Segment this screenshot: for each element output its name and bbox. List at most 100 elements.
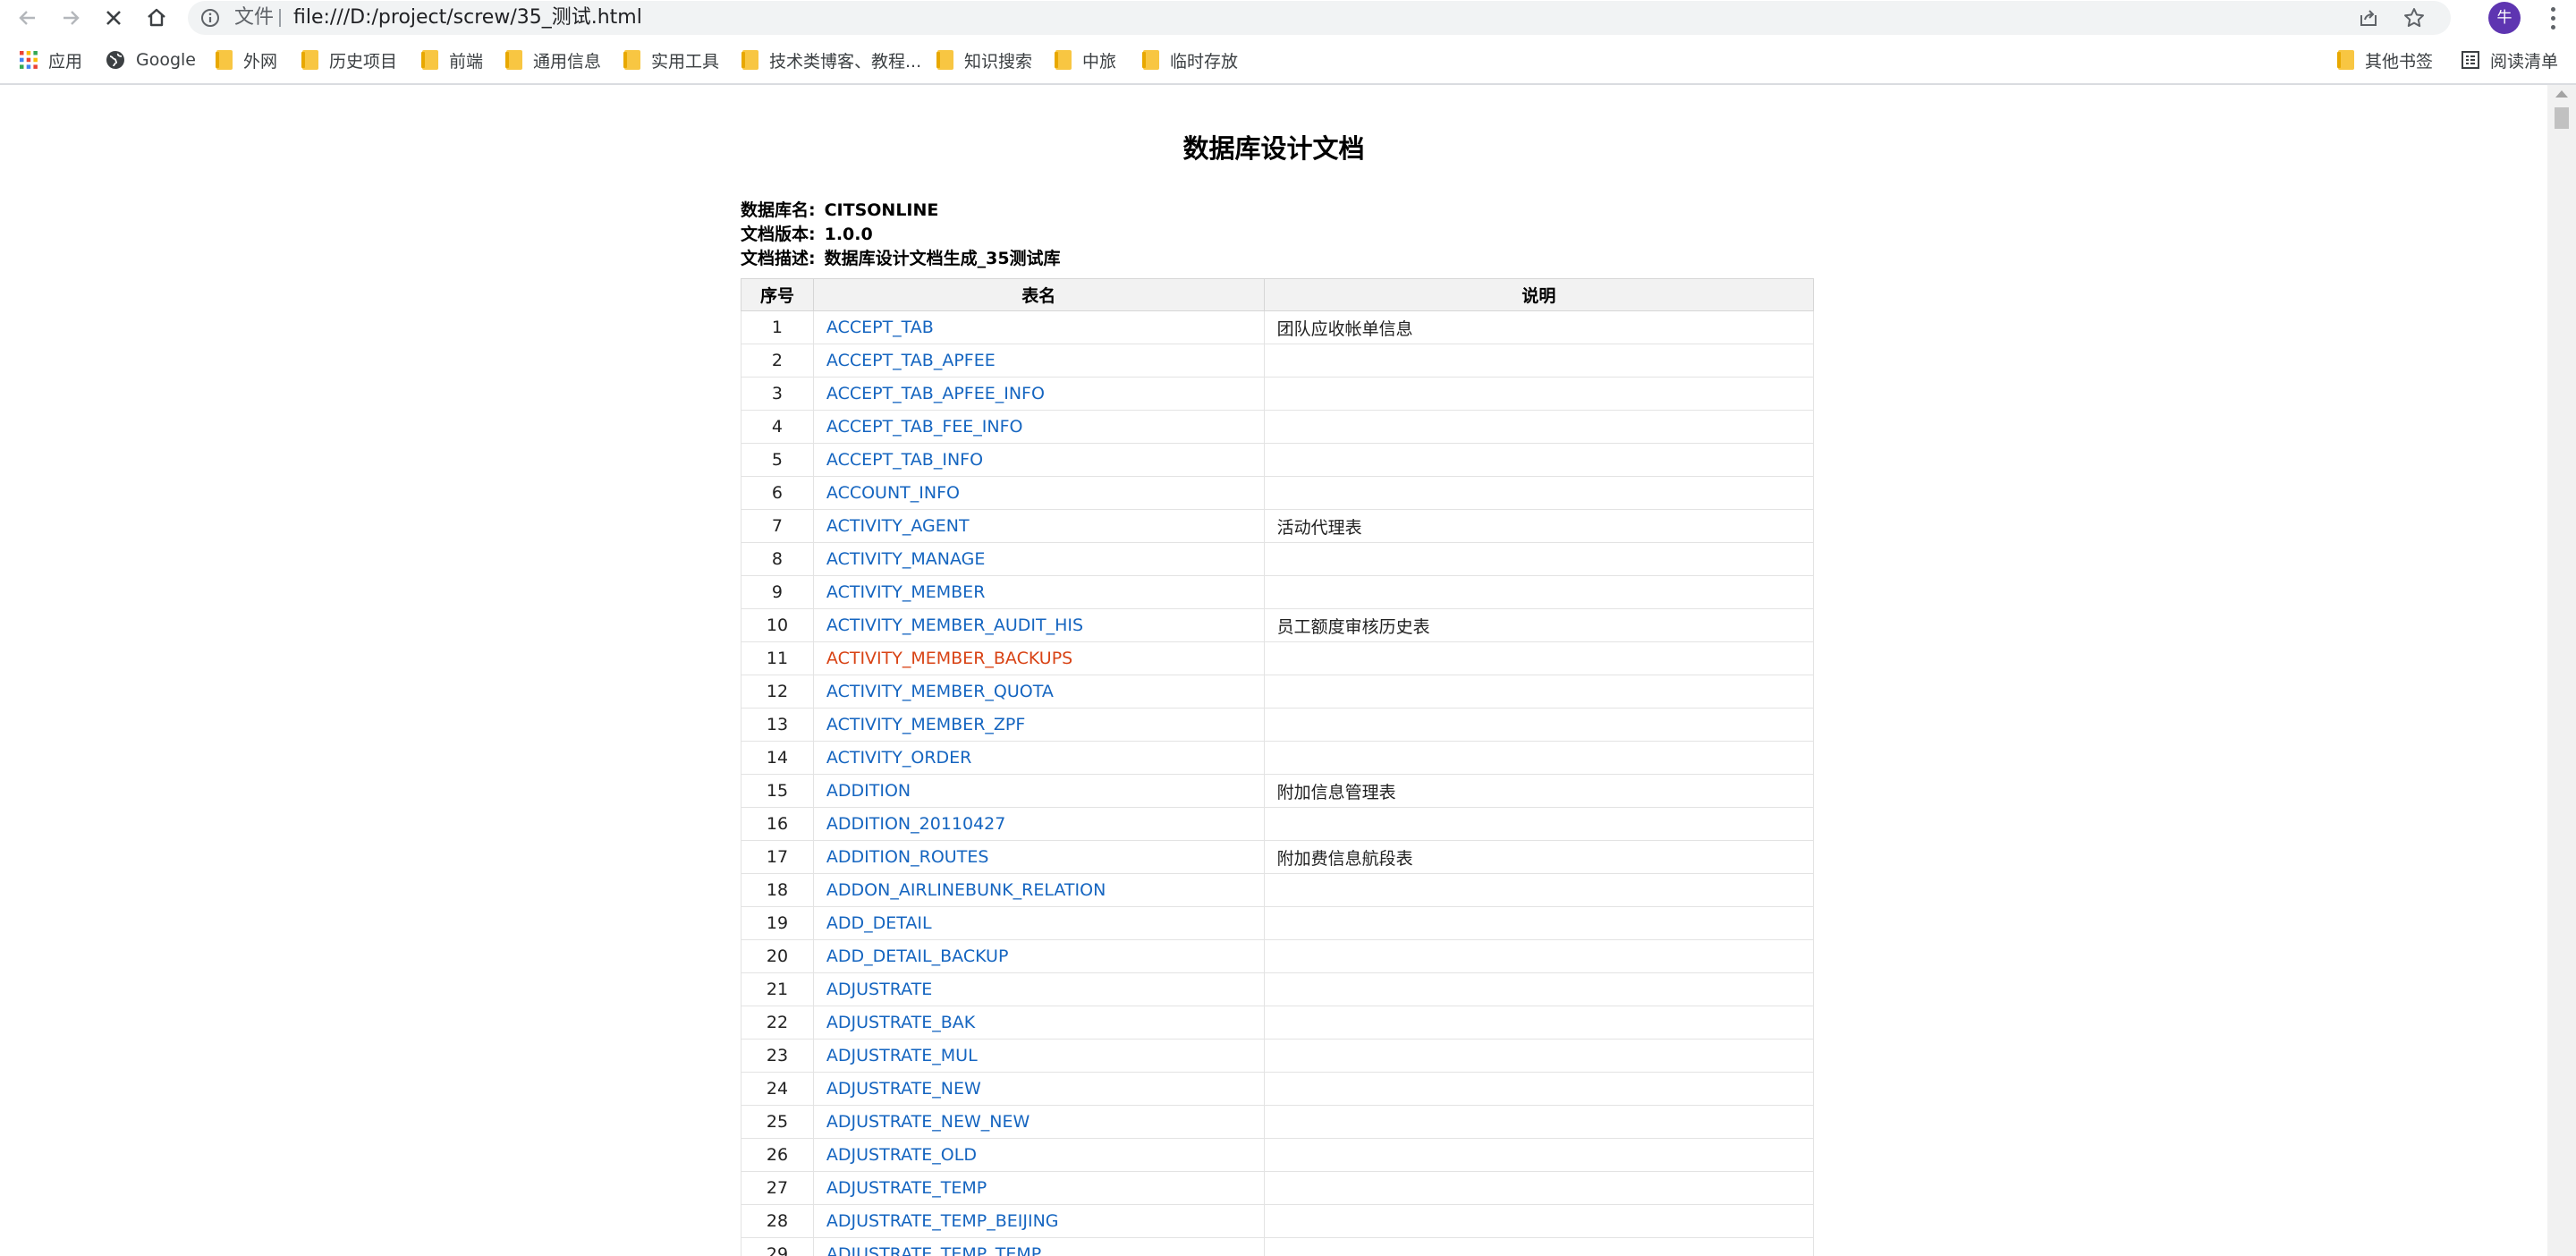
address-bar[interactable]: 文件 file:///D:/project/screw/35_测试.html (188, 1, 2451, 35)
table-name-link[interactable]: ACCEPT_TAB_INFO (826, 450, 983, 470)
table-name-link[interactable]: ACTIVITY_MEMBER_BACKUPS (826, 649, 1072, 668)
table-body: 1 ACCEPT_TAB 团队应收帐单信息 2 ACCEPT_TAB_APFEE 3 ACC… (741, 310, 1815, 1256)
bookmark-folder-tools[interactable]: 实用工具 (623, 39, 719, 81)
table-description-cell (1263, 807, 1815, 841)
table-description-cell (1263, 741, 1815, 775)
row-number: 10 (741, 608, 814, 642)
bookmark-google[interactable]: Google (106, 39, 196, 81)
more-menu-button[interactable] (2542, 4, 2563, 32)
table-name-link[interactable]: ACCOUNT_INFO (826, 483, 960, 503)
table-name-link[interactable]: ACTIVITY_ORDER (826, 748, 971, 768)
bookmark-folder-knowledge-search[interactable]: 知识搜索 (936, 39, 1032, 81)
table-description-cell (1263, 575, 1815, 609)
back-button[interactable] (11, 1, 45, 35)
table-name-link[interactable]: ACTIVITY_MEMBER_AUDIT_HIS (826, 615, 1083, 635)
folder-icon (741, 50, 758, 70)
table-description-cell (1263, 873, 1815, 907)
table-name-link[interactable]: ADJUSTRATE (826, 980, 932, 999)
table-name-link[interactable]: ADDITION_ROUTES (826, 847, 988, 867)
table-name-cell: ADJUSTRATE_TEMP_BEIJING (812, 1204, 1265, 1238)
page-content: 数据库设计文档 数据库名: CITSONLINE 文档版本: 1.0.0 文档描述:… (0, 85, 2547, 1256)
table-name-link[interactable]: ADJUSTRATE_TEMP_TEMP (826, 1244, 1041, 1256)
arrow-left-icon (19, 11, 35, 25)
table-name-cell: ACCOUNT_INFO (812, 476, 1265, 510)
table-name-link[interactable]: ADJUSTRATE_BAK (826, 1013, 975, 1032)
table-name-cell: ADJUSTRATE_NEW (812, 1072, 1265, 1106)
forward-button[interactable] (54, 1, 88, 35)
table-name-link[interactable]: ADJUSTRATE_NEW_NEW (826, 1112, 1030, 1132)
share-icon[interactable] (2358, 7, 2379, 29)
table-name-link[interactable]: ADDITION (826, 781, 911, 801)
url-text[interactable]: file:///D:/project/screw/35_测试.html (293, 1, 642, 35)
info-icon[interactable] (200, 8, 220, 28)
table-name-link[interactable]: ACTIVITY_MANAGE (826, 549, 985, 569)
table-name-link[interactable]: ACTIVITY_AGENT (826, 516, 970, 536)
table-name-link[interactable]: ADD_DETAIL_BACKUP (826, 946, 1009, 966)
bookmark-apps[interactable]: 应用 (20, 39, 82, 81)
table-description-cell (1263, 1105, 1815, 1139)
table-name-link[interactable]: ADJUSTRATE_TEMP_BEIJING (826, 1211, 1059, 1231)
stop-loading-button[interactable] (97, 1, 131, 35)
table-description-cell (1263, 410, 1815, 444)
table-name-link[interactable]: ADDITION_20110427 (826, 814, 1005, 834)
table-row: 17 ADDITION_ROUTES 附加费信息航段表 (741, 840, 1815, 874)
table-name-link[interactable]: ADJUSTRATE_OLD (826, 1145, 977, 1165)
table-name-link[interactable]: ACTIVITY_MEMBER_ZPF (826, 715, 1025, 734)
bookmark-folder-tech-blogs[interactable]: 技术类博客、教程... (741, 39, 921, 81)
table-name-link[interactable]: ACCEPT_TAB (826, 318, 934, 337)
bookmark-folder-history-projects[interactable]: 历史项目 (301, 39, 397, 81)
table-name-link[interactable]: ADD_DETAIL (826, 913, 932, 933)
table-name-cell: ADJUSTRATE_NEW_NEW (812, 1105, 1265, 1139)
table-description-cell (1263, 542, 1815, 576)
doc-desc-label: 文档描述: (741, 249, 816, 268)
table-name-link[interactable]: ADJUSTRATE_NEW (826, 1079, 981, 1099)
folder-icon (216, 50, 233, 70)
table-description-cell (1263, 1204, 1815, 1238)
table-name-link[interactable]: ACCEPT_TAB_APFEE (826, 351, 996, 370)
close-icon (106, 11, 121, 25)
table-name-link[interactable]: ACCEPT_TAB_FEE_INFO (826, 417, 1023, 437)
table-row: 2 ACCEPT_TAB_APFEE (741, 344, 1815, 378)
star-icon[interactable] (2402, 6, 2426, 30)
table-name-link[interactable]: ADJUSTRATE_TEMP (826, 1178, 987, 1198)
table-row: 28 ADJUSTRATE_TEMP_BEIJING (741, 1204, 1815, 1238)
table-name-link[interactable]: ACTIVITY_MEMBER_QUOTA (826, 682, 1054, 701)
scrollbar-thumb[interactable] (2555, 107, 2569, 129)
table-description-cell (1263, 443, 1815, 477)
folder-icon (505, 50, 522, 70)
bookmark-folder-temp[interactable]: 临时存放 (1142, 39, 1238, 81)
table-description-cell (1263, 1171, 1815, 1205)
table-name-link[interactable]: ACTIVITY_MEMBER (826, 582, 986, 602)
table-name-link[interactable]: ADDON_AIRLINEBUNK_RELATION (826, 880, 1106, 900)
reading-list-button[interactable]: 阅读清单 (2462, 39, 2558, 81)
table-description-cell (1263, 906, 1815, 940)
dot (2550, 6, 2555, 12)
row-number: 22 (741, 1006, 814, 1040)
table-name-cell: ACCEPT_TAB_APFEE_INFO (812, 377, 1265, 411)
table-name-cell: ADD_DETAIL (812, 906, 1265, 940)
table-row: 15 ADDITION 附加信息管理表 (741, 774, 1815, 808)
bookmark-label: 外网 (243, 51, 278, 72)
vertical-scrollbar[interactable] (2547, 85, 2576, 1256)
bookmark-folder-general-info[interactable]: 通用信息 (505, 39, 601, 81)
row-number: 18 (741, 873, 814, 907)
profile-avatar[interactable]: 牛 (2488, 2, 2521, 34)
bookmark-folder-other[interactable]: 其他书签 (2337, 39, 2433, 81)
bookmark-folder-waiwang[interactable]: 外网 (216, 39, 277, 81)
table-name-cell: ACCEPT_TAB_APFEE (812, 344, 1265, 378)
table-description-cell (1263, 344, 1815, 378)
table-name-link[interactable]: ADJUSTRATE_MUL (826, 1046, 978, 1065)
folder-icon (301, 50, 318, 70)
bookmark-folder-frontend[interactable]: 前端 (421, 39, 483, 81)
bookmark-folder-zhonglv[interactable]: 中旅 (1055, 39, 1116, 81)
home-button[interactable] (140, 1, 174, 35)
table-name-cell: ACTIVITY_MEMBER_ZPF (812, 708, 1265, 742)
header-description: 说明 (1263, 278, 1815, 311)
home-icon (148, 8, 165, 27)
table-row: 5 ACCEPT_TAB_INFO (741, 443, 1815, 477)
scroll-up-arrow-icon[interactable] (2555, 90, 2568, 98)
table-name-link[interactable]: ACCEPT_TAB_APFEE_INFO (826, 384, 1045, 403)
table-row: 25 ADJUSTRATE_NEW_NEW (741, 1105, 1815, 1139)
table-name-cell: ADJUSTRATE_TEMP (812, 1171, 1265, 1205)
table-description-cell (1263, 708, 1815, 742)
